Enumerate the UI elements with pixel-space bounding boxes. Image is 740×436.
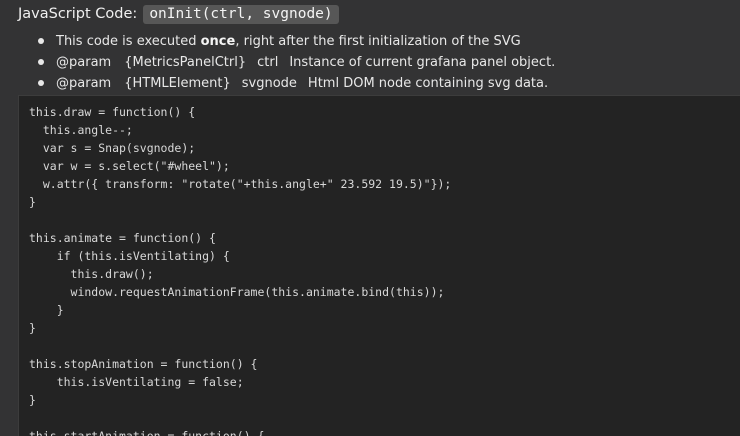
param-type: {MetricsPanelCtrl} [124, 55, 247, 70]
code-header-label: JavaScript Code: [18, 6, 138, 22]
code-header: JavaScript Code: onInit(ctrl, svgnode) [18, 3, 339, 25]
list-item: @param {HTMLElement} svgnode Html DOM node … [38, 73, 555, 94]
code-line: w.attr({ transform: "rotate("+this.angle… [29, 177, 452, 191]
param-tag: @param [56, 55, 112, 70]
bullet-text-prefix: This code is executed [56, 34, 201, 49]
code-line: } [29, 303, 64, 317]
code-line: var w = s.select("#wheel"); [29, 159, 230, 173]
code-line: } [29, 321, 36, 335]
code-line: this.startAnimation = function() { [29, 429, 265, 436]
bullet-icon [38, 38, 44, 44]
code-line: } [29, 195, 36, 209]
bullet-text-emphasis: once [200, 34, 236, 49]
code-line: if (this.isVentilating) { [29, 249, 230, 263]
description-list: This code is executed once, right after … [38, 31, 555, 94]
param-type: {HTMLElement} [124, 76, 231, 91]
code-line: this.isVentilating = false; [29, 375, 244, 389]
bullet-icon [38, 59, 44, 65]
bullet-text-suffix: , right after the first initialization o… [235, 34, 521, 49]
list-item: @param {MetricsPanelCtrl} ctrl Instance of … [38, 52, 555, 73]
code-editor[interactable]: this.draw = function() { this.angle--; v… [18, 95, 740, 436]
code-line: var s = Snap(svgnode); [29, 141, 196, 155]
param-description: Html DOM node containing svg data. [307, 76, 549, 91]
code-line: this.animate = function() { [29, 231, 216, 245]
bullet-icon [38, 80, 44, 86]
code-line: window.requestAnimationFrame(this.animat… [29, 285, 445, 299]
param-description: Instance of current grafana panel object… [289, 55, 556, 70]
code-content[interactable]: this.draw = function() { this.angle--; v… [29, 103, 451, 436]
code-line: } [29, 393, 36, 407]
param-name: svgnode [241, 76, 297, 91]
param-name: ctrl [257, 55, 279, 70]
param-tag: @param [56, 76, 112, 91]
function-signature: onInit(ctrl, svgnode) [143, 4, 339, 24]
code-line: this.draw = function() { [29, 105, 196, 119]
code-line: this.draw(); [29, 267, 154, 281]
list-item: This code is executed once, right after … [38, 31, 555, 52]
panel-root: JavaScript Code: onInit(ctrl, svgnode) T… [0, 0, 740, 436]
code-line: this.angle--; [29, 123, 133, 137]
code-line: this.stopAnimation = function() { [29, 357, 258, 371]
